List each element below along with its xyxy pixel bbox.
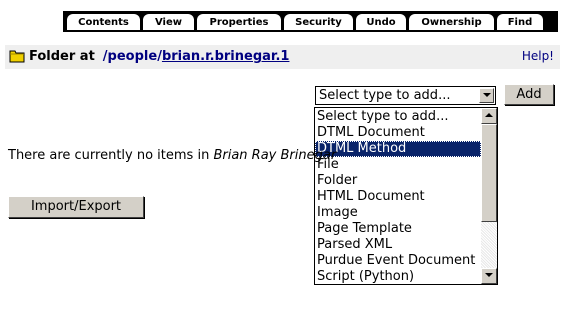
tab-strip: Contents View Properties Security Undo O… (63, 11, 558, 31)
breadcrumb-leaf-link[interactable]: brian.r.brinegar.1 (162, 49, 290, 64)
tab-ownership[interactable]: Ownership (409, 14, 494, 31)
add-button[interactable]: Add (504, 84, 554, 105)
breadcrumb: /people/brian.r.brinegar.1 (103, 49, 290, 64)
scroll-down-button[interactable] (481, 268, 497, 284)
help-link[interactable]: Help! (522, 49, 554, 63)
add-type-dropdown-list[interactable]: Select type to add... DTML Document DTML… (314, 107, 498, 285)
option-folder[interactable]: Folder (315, 173, 481, 189)
chevron-down-icon (485, 273, 493, 277)
select-current-value: Select type to add... (319, 88, 451, 103)
empty-folder-message: There are currently no items in Brian Ra… (8, 148, 336, 163)
option-file[interactable]: File (315, 157, 481, 173)
folder-icon (9, 50, 25, 63)
scroll-up-button[interactable] (481, 108, 497, 124)
option-select-type[interactable]: Select type to add... (315, 109, 481, 125)
tab-bar: Contents View Properties Security Undo O… (0, 8, 565, 32)
select-arrow-button[interactable] (479, 88, 494, 103)
option-html-document[interactable]: HTML Document (315, 189, 481, 205)
option-dtml-method[interactable]: DTML Method (315, 141, 481, 157)
tab-properties[interactable]: Properties (197, 14, 281, 31)
import-export-button[interactable]: Import/Export (8, 196, 144, 218)
location-title: Folder at/people/brian.r.brinegar.1 (29, 49, 289, 64)
option-image[interactable]: Image (315, 205, 481, 221)
option-page-template[interactable]: Page Template (315, 221, 481, 237)
dropdown-options: Select type to add... DTML Document DTML… (315, 109, 481, 284)
scrollbar-thumb[interactable] (481, 124, 497, 222)
chevron-down-icon (483, 93, 491, 97)
add-type-select[interactable]: Select type to add... (315, 86, 496, 105)
option-script-python[interactable]: Script (Python) (315, 269, 481, 284)
breadcrumb-root[interactable]: /people (103, 49, 157, 64)
folder-at-label: Folder at (29, 49, 95, 64)
tab-view[interactable]: View (143, 14, 194, 31)
option-purdue-event-document[interactable]: Purdue Event Document (315, 253, 481, 269)
tab-find[interactable]: Find (497, 14, 543, 31)
chevron-up-icon (485, 113, 493, 117)
tab-undo[interactable]: Undo (356, 14, 406, 31)
option-parsed-xml[interactable]: Parsed XML (315, 237, 481, 253)
option-dtml-document[interactable]: DTML Document (315, 125, 481, 141)
tab-underline (63, 30, 558, 32)
folder-owner-name: Brian Ray Brinegar (213, 148, 337, 163)
tab-security[interactable]: Security (284, 14, 353, 31)
empty-message-text: There are currently no items in (8, 148, 210, 163)
location-header: Folder at/people/brian.r.brinegar.1 Help… (5, 45, 560, 69)
dropdown-scrollbar[interactable] (481, 108, 497, 284)
tab-contents[interactable]: Contents (67, 14, 140, 31)
